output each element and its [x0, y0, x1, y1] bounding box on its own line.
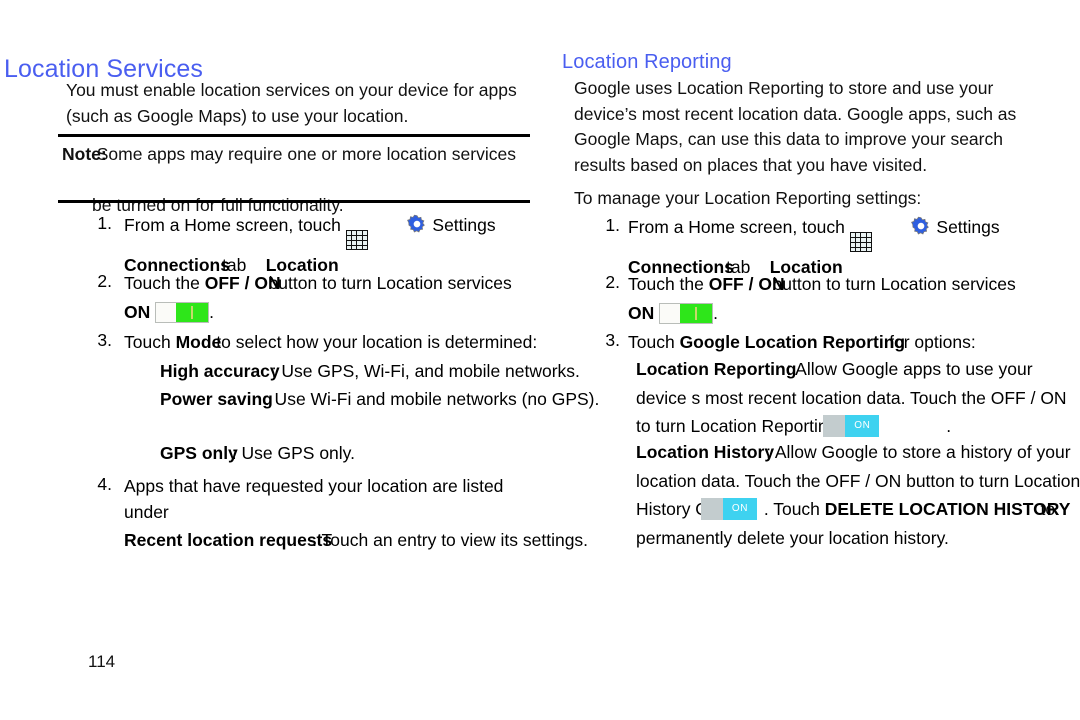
left-sub-power-saving-label: Power saving	[160, 389, 273, 409]
right-step-1-number: 1.	[605, 215, 620, 235]
left-step-3: Touch Modeto select how your location is…	[124, 330, 599, 467]
right-sub-location-history: Location History: Allow Google to store …	[636, 440, 1080, 551]
right-step-3: Touch Google Location Reportingfor optio…	[628, 330, 1078, 356]
right-step-2-on-word: ON	[628, 302, 655, 323]
right-step-2-period: .	[713, 302, 718, 323]
page-title-location-reporting: Location Reporting	[562, 51, 732, 74]
left-step-1-number: 1.	[97, 213, 112, 233]
left-sub-high-accuracy-label: High accuracy	[160, 360, 280, 381]
left-step-3-number: 3.	[97, 330, 112, 350]
left-step-4-number: 4.	[97, 474, 112, 494]
left-step-2-pre: Touch the	[124, 273, 205, 293]
location-reporting-toggle[interactable]: ON	[823, 415, 880, 437]
right-step-2-pre: Touch the	[628, 274, 709, 294]
toggle-on-label: ON	[722, 498, 757, 520]
left-step-2-number: 2.	[97, 271, 112, 291]
left-sub-gps-only-label: GPS only	[160, 442, 238, 463]
right-sub-location-reporting-l4: .	[946, 416, 952, 436]
right-step-2: Touch the OFF / ONbutton to turn Locatio…	[628, 272, 1058, 326]
right-step-1: From a Home screen, touch Settings Conne…	[628, 215, 1048, 281]
right-step-2-number: 2.	[605, 272, 620, 292]
right-sub-location-reporting-label: Location Reporting	[636, 359, 797, 379]
toggle-bar	[191, 305, 194, 319]
right-sub-location-reporting-l3: to turn Location Reporting	[636, 416, 838, 436]
toggle-bar	[695, 306, 698, 320]
left-step-2-post: button to turn Location services	[268, 273, 512, 293]
right-intro-paragraph: Google uses Location Reporting to store …	[574, 78, 1017, 175]
page-number: 114	[88, 652, 116, 671]
right-sub-location-history-l5: to	[1040, 499, 1056, 519]
apps-grid-icon[interactable]	[345, 230, 368, 251]
right-step-3-pre: Touch	[628, 332, 680, 352]
left-step-3-pre: Touch	[124, 332, 176, 352]
note-bottom-rule	[58, 200, 530, 203]
right-sub-location-history-l1: : Allow Google to store a history of you…	[766, 442, 1071, 462]
right-sub-location-reporting-l2: device s most recent location data. Touc…	[636, 387, 1067, 408]
apps-grid-icon[interactable]	[849, 232, 872, 253]
location-services-toggle[interactable]	[155, 301, 210, 323]
right-sub-location-reporting-l1: : Allow Google apps to use your	[786, 359, 1033, 379]
left-step-4-post: . Touch an entry to view its settings.	[312, 530, 589, 550]
left-step-4: Apps that have requested your location a…	[124, 474, 588, 554]
left-sub-power-saving-text: : Use Wi-Fi and mobile networks (no GPS)…	[264, 389, 600, 409]
left-step-1-text: From a Home screen, touch	[124, 215, 341, 235]
right-sub-location-history-label: Location History	[636, 442, 775, 462]
left-step-3-sub-1: High accuracy: Use GPS, Wi-Fi, and mobil…	[160, 359, 580, 385]
left-sub-gps-only-text: : Use GPS only.	[231, 442, 355, 463]
toggle-knob	[680, 303, 713, 323]
manual-page: Location Services You must enable locati…	[0, 0, 1080, 720]
right-sub-location-history-l6: permanently delete your location history…	[636, 527, 949, 548]
note-block: Note:Some apps may require one or more l…	[62, 142, 532, 218]
delete-location-history-label: DELETE LOCATION HISTORY	[824, 499, 1071, 519]
left-intro-paragraph: You must enable location services on you…	[66, 80, 517, 126]
settings-gear-icon[interactable]	[406, 214, 428, 236]
location-services-toggle[interactable]	[659, 302, 714, 324]
right-sub-location-history-l2: location data. Touch the OFF / ON button…	[636, 470, 1080, 491]
left-sub-high-accuracy-text: : Use GPS, Wi-Fi, and mobile networks.	[271, 360, 580, 381]
settings-gear-icon[interactable]	[910, 216, 932, 238]
left-step-3-sub-2: Power saving: Use Wi-Fi and mobile netwo…	[160, 387, 599, 413]
right-step-2-post: button to turn Location services	[772, 274, 1016, 294]
note-top-rule	[58, 134, 530, 137]
right-sub-location-history-l3: History O	[636, 499, 709, 519]
toggle-on-label: ON	[845, 415, 880, 437]
toggle-knob	[176, 302, 209, 322]
note-line1: Some apps may require one or more locati…	[96, 144, 516, 164]
right-sub-location-reporting: Location Reporting: Allow Google apps to…	[636, 357, 1080, 440]
left-step-3-post: to select how your location is determine…	[216, 332, 538, 352]
left-step-2: Touch the OFF / ONbutton to turn Locatio…	[124, 271, 544, 325]
left-step-2-on-word: ON	[124, 301, 151, 322]
left-step-4-recent-requests-label: Recent location requests	[124, 530, 333, 550]
right-step-1-settings-label: Settings	[936, 217, 1000, 237]
right-step-1-text: From a Home screen, touch	[628, 217, 845, 237]
right-lead-line: To manage your Location Reporting settin…	[574, 188, 922, 208]
location-history-toggle[interactable]: ON	[700, 498, 757, 520]
left-step-1: From a Home screen, touch Settings Conne…	[124, 213, 534, 279]
left-step-3-mode-label: Mode	[175, 332, 222, 352]
right-sub-location-history-l4: . Touch	[763, 499, 825, 519]
left-step-1-settings-label: Settings	[432, 215, 496, 235]
right-step-3-glr-label: Google Location Reporting	[679, 332, 906, 352]
right-step-3-number: 3.	[605, 330, 620, 350]
left-step-3-sub-3: GPS only: Use GPS only.	[160, 441, 564, 467]
right-step-3-post: for options:	[889, 332, 976, 352]
left-step-2-period: .	[209, 301, 214, 322]
left-step-4-pre: Apps that have requested your location a…	[124, 476, 504, 522]
